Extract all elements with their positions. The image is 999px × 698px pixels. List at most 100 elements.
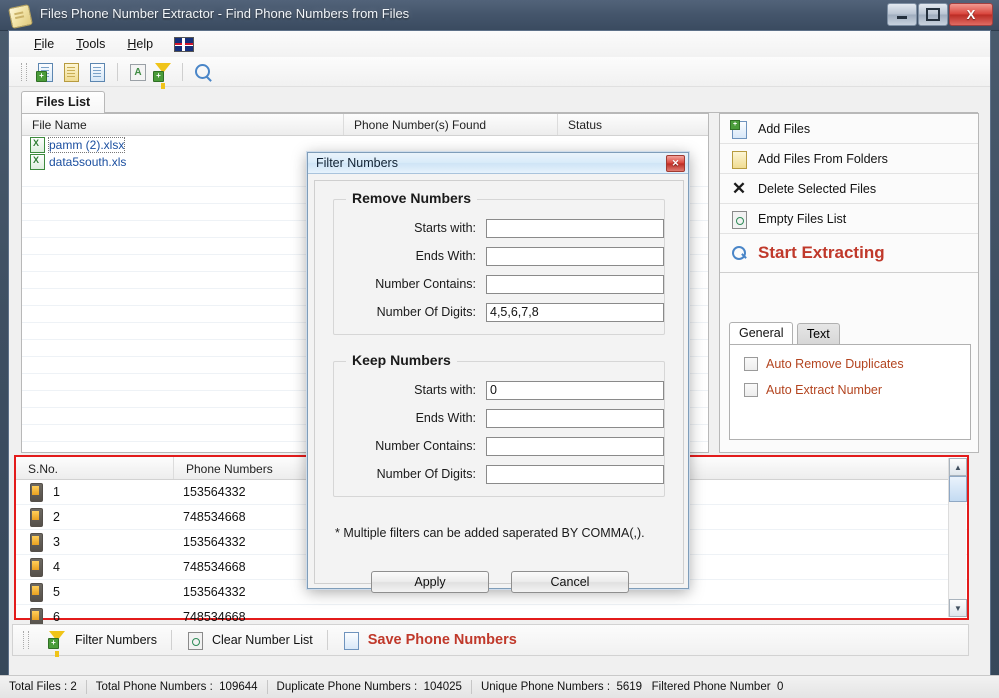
status-filtered-label: Filtered Phone Number [651,681,771,693]
checkbox[interactable] [744,383,758,397]
cancel-button[interactable]: Cancel [511,571,629,593]
apply-button[interactable]: Apply [371,571,489,593]
row-number: 748534668 [183,610,246,624]
files-list-header: File Name Phone Number(s) Found Status [22,114,708,136]
remove-ends-with-input[interactable] [486,246,664,266]
column-sno[interactable]: S.No. [16,457,174,479]
dialog-close-icon[interactable]: ✕ [666,154,685,172]
status-total-files-value: 2 [70,681,77,693]
keep-ends-with-row: Ends With: [334,404,664,432]
action-empty-files-list[interactable]: Empty Files List [720,204,978,234]
action-add-files-from-folders[interactable]: Add Files From Folders [720,144,978,174]
keep-ends-with-input[interactable] [486,408,664,428]
actions-panel: + Add Files Add Files From Folders ✕ Del… [719,113,979,453]
bottom-toolbar-grip [23,631,29,649]
remove-starts-with-label: Starts with: [414,221,476,235]
remove-digits-input[interactable] [486,302,664,322]
row-number: 153564332 [183,485,246,499]
folder-icon [730,150,748,169]
maximize-button[interactable] [918,3,948,26]
row-number: 153564332 [183,585,246,599]
dialog-buttons: Apply Cancel [315,571,685,593]
file-name-label: data5south.xls [49,154,127,169]
button-label: Save Phone Numbers [367,632,517,648]
row-sno: 2 [53,510,60,524]
status-unique-label: Unique Phone Numbers : [480,681,611,693]
status-total-numbers: Total Phone Numbers : 109644 [87,680,268,694]
files-tabstrip: Files List [21,91,978,113]
row-sno: 3 [53,535,60,549]
remove-contains-row: Number Contains: [334,270,664,298]
option-auto-remove-duplicates[interactable]: Auto Remove Duplicates [744,357,970,371]
menu-file[interactable]: FFileile [23,34,65,54]
toolbar-copy-files-icon[interactable] [87,61,109,83]
keep-digits-label: Number Of Digits: [376,467,476,481]
magnifier-icon [730,244,748,262]
row-sno: 5 [53,585,60,599]
tab-text[interactable]: Text [796,323,840,344]
toolbar-search-icon[interactable] [191,61,213,83]
clear-number-list-button[interactable]: Clear Number List [180,629,319,651]
scroll-up-button[interactable]: ▲ [949,458,967,476]
toolbar-separator-2 [182,62,183,81]
keep-starts-with-label: Starts with: [414,383,476,397]
remove-ends-with-row: Ends With: [334,242,664,270]
options-tabstrip: General Text [729,322,971,344]
action-label: Delete Selected Files [758,181,877,196]
column-phone-found[interactable]: Phone Number(s) Found [344,114,558,135]
menu-help[interactable]: Help [116,34,164,54]
action-add-files[interactable]: + Add Files [720,114,978,144]
tab-general[interactable]: General [729,322,794,344]
remove-starts-with-row: Starts with: [334,214,664,242]
tab-files-list[interactable]: Files List [21,91,106,113]
close-button[interactable]: X [949,3,993,26]
bottom-separator-1 [170,630,172,650]
action-label: Start Extracting [758,243,885,262]
extracted-list-scrollbar[interactable]: ▲ ▼ [948,458,967,617]
option-label: Auto Remove Duplicates [766,357,904,371]
minimize-button[interactable] [887,3,917,26]
empty-list-icon [730,210,748,229]
filter-numbers-button[interactable]: + Filter Numbers [41,628,163,657]
toolbar-add-files-icon[interactable]: + [35,61,57,83]
keep-starts-with-input[interactable] [486,380,664,400]
action-label: Add Files [758,121,811,136]
status-total-numbers-label: Total Phone Numbers : [95,681,213,693]
scroll-down-button[interactable]: ▼ [949,599,967,617]
action-start-extracting[interactable]: Start Extracting [720,234,978,273]
uk-flag-icon[interactable] [174,36,195,52]
dialog-body: Remove Numbers Starts with: Ends With: N… [314,180,684,593]
row-number: 748534668 [183,560,246,574]
status-duplicate-value: 104025 [423,681,462,693]
toolbar-text-icon[interactable]: A [126,61,148,83]
column-file-name[interactable]: File Name [22,114,344,135]
toolbar-filter-icon[interactable]: + [152,61,174,89]
remove-contains-input[interactable] [486,274,664,294]
scrollbar-thumb[interactable] [949,476,967,502]
toolbar-grip [21,62,27,81]
toolbar-add-folder-icon[interactable] [61,61,83,83]
save-phone-numbers-button[interactable]: Save Phone Numbers [336,629,523,651]
status-total-files: Total Files : 2 [0,680,87,694]
row-sno: 4 [53,560,60,574]
action-delete-selected-files[interactable]: ✕ Delete Selected Files [720,174,978,204]
keep-starts-with-row: Starts with: [334,376,664,404]
menu-tools[interactable]: Tools [65,34,116,54]
option-label: Auto Extract Number [766,383,883,397]
phone-icon [30,507,43,527]
column-status[interactable]: Status [558,114,708,135]
files-list-row[interactable]: pamm (2).xlsx [22,136,708,153]
checkbox[interactable] [744,357,758,371]
button-label: Filter Numbers [75,633,157,647]
bottom-toolbar: + Filter Numbers Clear Number List Save … [12,624,969,657]
option-auto-extract-number[interactable]: Auto Extract Number [744,383,970,397]
keep-digits-row: Number Of Digits: [334,460,664,488]
remove-starts-with-input[interactable] [486,218,664,238]
row-number: 153564332 [183,535,246,549]
excel-file-icon [30,153,45,170]
keep-digits-input[interactable] [486,464,664,484]
title-bar: Files Phone Number Extractor - Find Phon… [0,0,999,31]
keep-contains-input[interactable] [486,436,664,456]
keep-contains-row: Number Contains: [334,432,664,460]
dialog-title: Filter Numbers [316,156,398,170]
